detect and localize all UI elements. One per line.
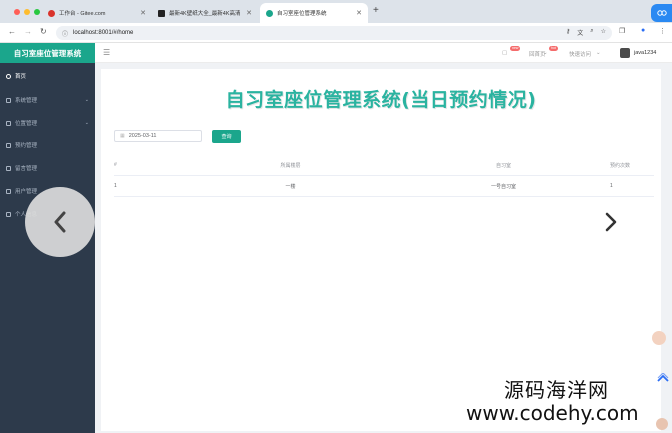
- table-header-cell: 所属楼层: [280, 162, 301, 169]
- menu-item-icon: [6, 142, 11, 148]
- menu-item-icon: [6, 211, 11, 217]
- table-cell: 一号自习室: [490, 183, 516, 190]
- profile-icon[interactable]: ●: [641, 27, 645, 34]
- message-icon[interactable]: ▢: [502, 50, 507, 56]
- sidebar-item[interactable]: 系统管理 ⌄: [6, 96, 89, 104]
- sidebar-item[interactable]: 预约管理: [6, 141, 89, 149]
- menu-dots-icon[interactable]: ⋮: [659, 27, 666, 35]
- username[interactable]: java1234: [634, 50, 656, 56]
- gitee-favicon-icon: [48, 9, 55, 17]
- date-value: 2025-03-11: [128, 133, 157, 139]
- browser-tab-active[interactable]: 自习室座位管理系统 ✕: [260, 3, 368, 23]
- table-cell: 1: [114, 183, 117, 189]
- back-arrow-icon[interactable]: ←: [8, 27, 16, 36]
- tab-title: 自习室座位管理系统: [277, 11, 327, 17]
- new-tab-button[interactable]: +: [373, 5, 379, 16]
- page-title: 自习室座位管理系统(当日预约情况): [225, 89, 537, 111]
- browser-tab-wallpaper[interactable]: 最新4K壁纸大全_最新4K高清壁纸... ✕: [152, 3, 258, 23]
- menu-item-icon: [6, 120, 11, 126]
- menu-item-icon: [6, 73, 11, 79]
- table-header-cell: 自习室: [495, 162, 511, 169]
- app-logo[interactable]: 自习室座位管理系统: [0, 43, 95, 63]
- browser-tab-gitee[interactable]: 工作台 - Gitee.com ✕: [42, 3, 152, 23]
- translate-icon[interactable]: 文: [577, 28, 583, 37]
- maximize-window-button[interactable]: [34, 9, 40, 15]
- sidebar-item-label: 系统管理: [15, 98, 38, 104]
- hamburger-menu-icon[interactable]: ☰: [103, 48, 110, 57]
- sidebar-item-label: 预约管理: [15, 143, 38, 149]
- table-header-cell: #: [114, 162, 117, 168]
- zoom-icon[interactable]: ⌕: [590, 28, 593, 37]
- quick-access-dropdown-icon: ⌄: [596, 50, 601, 56]
- tab-close-icon[interactable]: ✕: [240, 9, 252, 17]
- chevron-left-icon: [54, 211, 66, 233]
- chevron-down-icon: ⌄: [84, 97, 89, 103]
- previous-slide-button[interactable]: [25, 187, 95, 257]
- menu-item-icon: [6, 97, 11, 103]
- scroll-top-icon[interactable]: [657, 372, 669, 385]
- reload-icon[interactable]: ↻: [40, 27, 47, 36]
- new-badge: new: [510, 46, 521, 51]
- tab-title: 工作台 - Gitee.com: [59, 11, 106, 17]
- wallpaper-favicon-icon: [158, 9, 165, 17]
- app-header: 自习室座位管理系统 ☰ ▢ new 回首页 ⌄ hot 快速访问 ⌄ java1…: [0, 43, 672, 63]
- assistant-avatar-icon[interactable]: [656, 418, 668, 430]
- tab-close-icon[interactable]: ✕: [350, 9, 362, 17]
- tab-title: 最新4K壁纸大全_最新4K高清壁纸...: [169, 11, 241, 17]
- key-icon[interactable]: ⚷: [566, 28, 570, 37]
- menu-item-icon: [6, 188, 11, 194]
- close-window-button[interactable]: [14, 9, 20, 15]
- reservation-table: # 所属楼层 自习室 预约次数 1 一楼 一号自习室 1: [114, 155, 654, 197]
- avatar[interactable]: [620, 48, 630, 58]
- sidebar-item-label: 留言管理: [15, 166, 38, 172]
- sidebar-item-label: 首页: [15, 74, 27, 80]
- watermark-url: www.codehy.com: [466, 401, 639, 425]
- assistant-avatar-icon[interactable]: [652, 331, 666, 345]
- chevron-right-icon: [605, 212, 617, 232]
- browser-tab-strip: 工作台 - Gitee.com ✕ 最新4K壁纸大全_最新4K高清壁纸... ✕…: [0, 0, 672, 23]
- browser-toolbar: ← → ↻ ⓘ localhost:8001/#/home ⚷ 文 ⌕ ☆ ❐ …: [0, 23, 672, 43]
- sidebar-item-label: 位置管理: [15, 121, 38, 127]
- table-header-cell: 预约次数: [610, 162, 631, 169]
- chevron-down-icon: ⌄: [84, 120, 89, 126]
- sidebar-item[interactable]: 位置管理 ⌄: [6, 119, 89, 127]
- extensions-icon[interactable]: ❐: [619, 27, 625, 35]
- next-slide-button[interactable]: [600, 207, 622, 237]
- hot-badge: hot: [549, 46, 558, 51]
- table-cell: 1: [610, 183, 613, 189]
- tab-close-icon[interactable]: ✕: [134, 9, 146, 17]
- table-cell: 一楼: [285, 183, 296, 190]
- quick-access-link[interactable]: 快速访问: [569, 50, 591, 58]
- bookmark-star-icon[interactable]: ☆: [601, 28, 606, 37]
- tab-search-icon[interactable]: [651, 4, 672, 22]
- address-bar[interactable]: ⓘ localhost:8001/#/home ⚷ 文 ⌕ ☆: [56, 26, 612, 40]
- table-header-row: # 所属楼层 自习室 预约次数: [114, 155, 654, 176]
- url-text: localhost:8001/#/home: [73, 30, 134, 36]
- date-picker-input[interactable]: ▦ 2025-03-11: [114, 130, 202, 142]
- sidebar-item[interactable]: 留言管理: [6, 164, 89, 172]
- sidebar-item-label: 用户管理: [15, 189, 38, 195]
- calendar-icon: ▦: [120, 133, 125, 139]
- table-row: 1 一楼 一号自习室 1: [114, 176, 654, 197]
- sidebar-item[interactable]: 首页: [6, 72, 89, 80]
- app-favicon-icon: [266, 9, 273, 17]
- site-info-icon[interactable]: ⓘ: [62, 29, 68, 38]
- forward-arrow-icon[interactable]: →: [24, 27, 32, 36]
- home-dropdown-icon: ⌄: [543, 50, 548, 56]
- menu-item-icon: [6, 165, 11, 171]
- watermark-chinese: 源码海洋网: [504, 378, 609, 402]
- query-button[interactable]: 查询: [212, 130, 241, 143]
- minimize-window-button[interactable]: [24, 9, 30, 15]
